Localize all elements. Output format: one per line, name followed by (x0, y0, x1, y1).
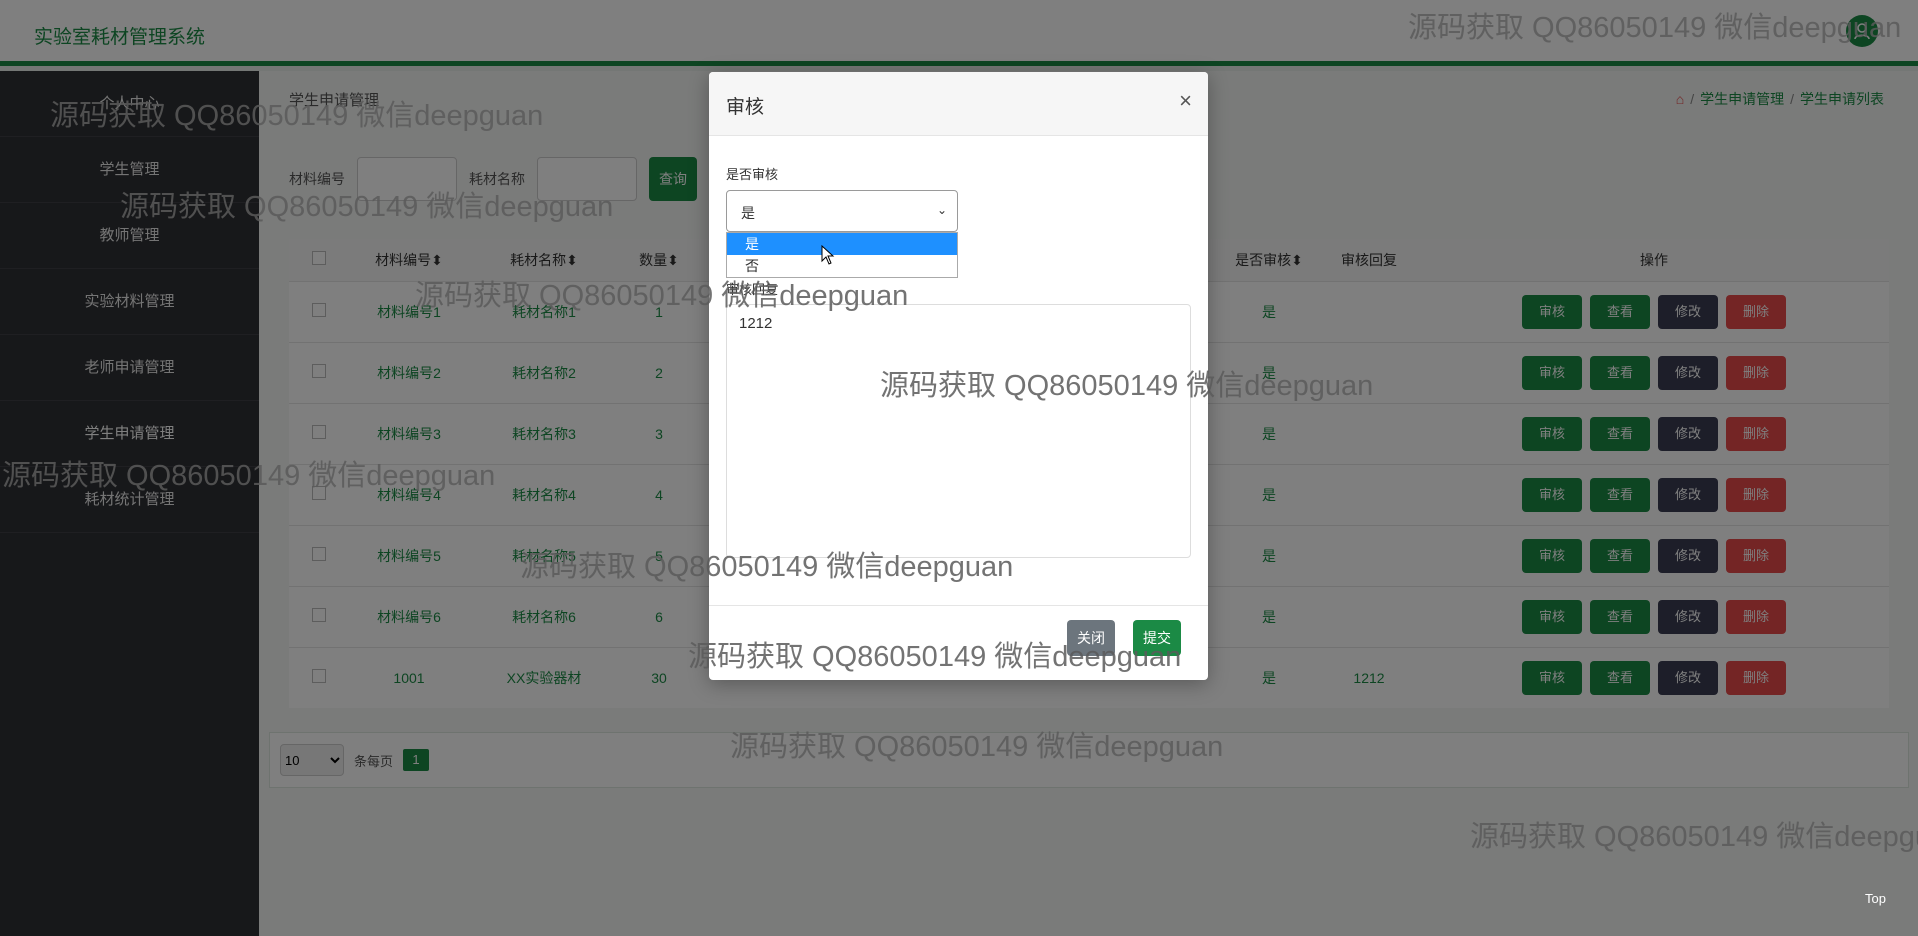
audit-modal: 审核 × 是否审核 是 ⌄ 审核回复 1212 是 否 关闭 提交 (709, 72, 1208, 680)
mouse-cursor-icon (821, 245, 835, 265)
submit-button[interactable]: 提交 (1133, 620, 1181, 656)
modal-header: 审核 × (709, 72, 1208, 136)
close-button[interactable]: 关闭 (1067, 620, 1115, 656)
close-icon[interactable]: × (1179, 88, 1192, 114)
audit-reply-label: 审核回复 (726, 282, 779, 297)
audit-status-value: 是 (741, 205, 755, 221)
audit-reply-textarea[interactable]: 1212 (726, 304, 1191, 558)
modal-title: 审核 (726, 97, 765, 118)
audit-status-label: 是否审核 (726, 167, 779, 182)
audit-status-select[interactable]: 是 ⌄ (726, 190, 958, 232)
chevron-down-icon: ⌄ (936, 203, 947, 217)
dropdown-option-no[interactable]: 否 (727, 255, 957, 277)
back-to-top-link[interactable]: Top (1865, 891, 1886, 906)
audit-status-dropdown: 是 否 (726, 232, 958, 278)
dropdown-option-yes[interactable]: 是 (727, 233, 957, 255)
modal-footer: 关闭 提交 (709, 605, 1208, 680)
